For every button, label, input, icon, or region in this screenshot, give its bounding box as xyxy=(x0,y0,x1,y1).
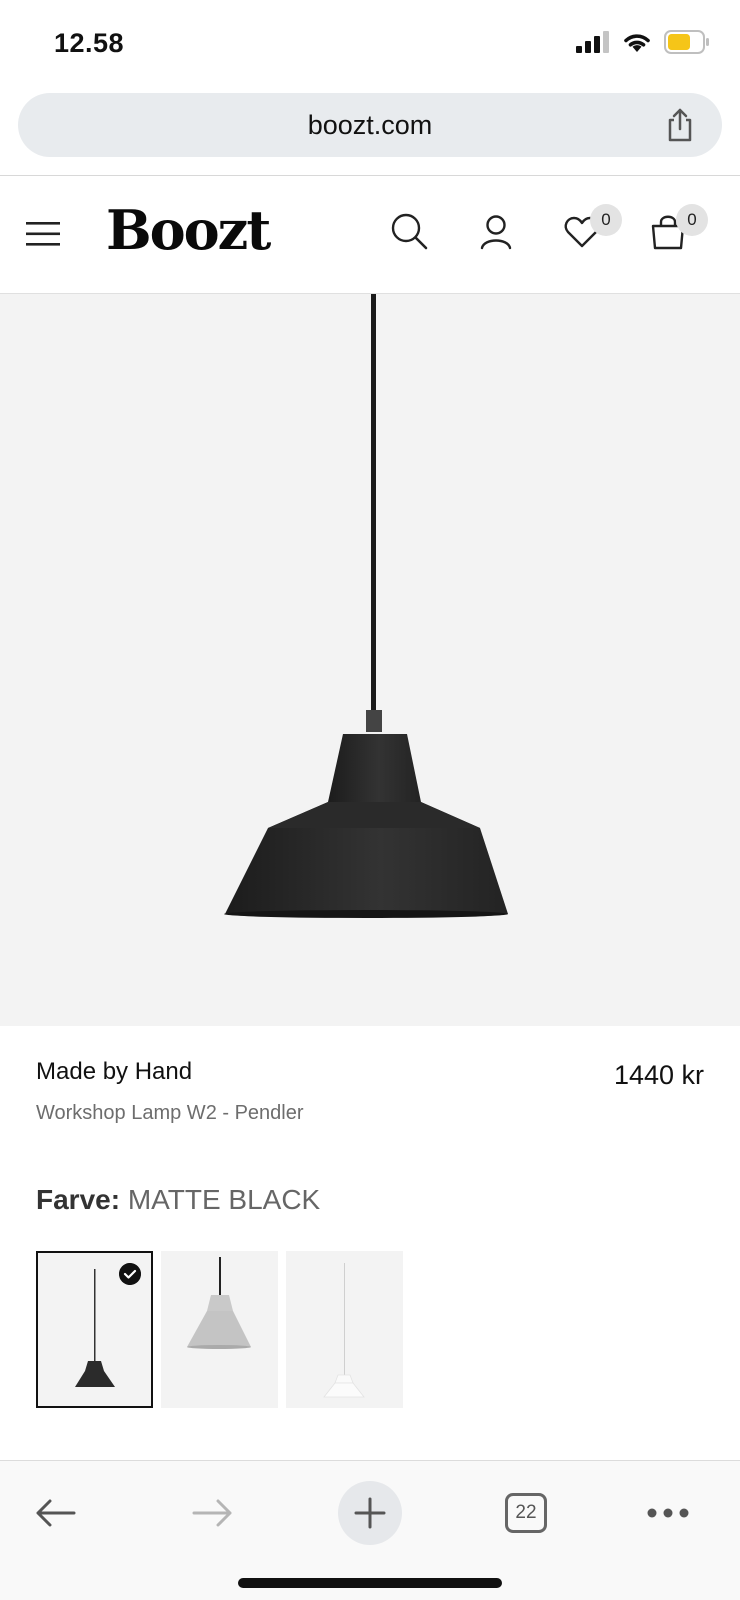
product-brand[interactable]: Made by Hand xyxy=(36,1058,192,1086)
battery-icon xyxy=(664,30,709,54)
check-icon xyxy=(119,1263,141,1285)
lamp-thumbnail xyxy=(187,1257,251,1349)
tabs-count: 22 xyxy=(505,1493,547,1533)
url-text: boozt.com xyxy=(307,110,433,140)
arrow-right-icon xyxy=(192,1499,232,1527)
share-icon[interactable] xyxy=(662,107,698,143)
swatch-white[interactable] xyxy=(286,1251,403,1408)
site-logo[interactable]: Boozt xyxy=(106,198,271,262)
forward-button[interactable] xyxy=(180,1481,244,1545)
product-image[interactable] xyxy=(0,294,740,1026)
plus-icon xyxy=(354,1497,386,1529)
status-icons xyxy=(576,30,710,54)
signal-icon xyxy=(576,31,609,53)
more-button[interactable] xyxy=(636,1481,700,1545)
back-button[interactable] xyxy=(24,1481,88,1545)
home-indicator xyxy=(238,1578,502,1588)
lamp-thumbnail xyxy=(323,1263,365,1398)
swatch-grey[interactable] xyxy=(161,1251,278,1408)
wishlist-count-badge: 0 xyxy=(590,204,622,236)
color-label: Farve: xyxy=(36,1184,121,1215)
product-price: 1440 kr xyxy=(613,1060,704,1090)
search-icon[interactable] xyxy=(390,212,430,252)
menu-icon[interactable] xyxy=(26,220,62,248)
color-swatches xyxy=(36,1251,403,1408)
more-icon xyxy=(647,1508,689,1518)
browser-toolbar: 22 xyxy=(0,1460,740,1600)
swatch-matte-black[interactable] xyxy=(36,1251,153,1408)
address-bar[interactable]: boozt.com xyxy=(18,93,722,157)
user-icon[interactable] xyxy=(476,212,516,252)
wifi-icon xyxy=(624,34,650,52)
color-value: MATTE BLACK xyxy=(127,1184,321,1215)
new-tab-button[interactable] xyxy=(338,1481,402,1545)
arrow-left-icon xyxy=(36,1499,76,1527)
product-name: Workshop Lamp W2 - Pendler xyxy=(36,1102,304,1124)
cart-count-badge: 0 xyxy=(676,204,708,236)
site-header: Boozt 0 0 xyxy=(0,176,740,294)
status-time: 12.58 xyxy=(54,28,125,58)
color-selector-label: Farve: MATTE BLACK xyxy=(36,1184,320,1216)
pendant-lamp-image xyxy=(224,294,508,918)
status-bar: 12.58 xyxy=(0,0,740,88)
tabs-button[interactable]: 22 xyxy=(494,1481,558,1545)
